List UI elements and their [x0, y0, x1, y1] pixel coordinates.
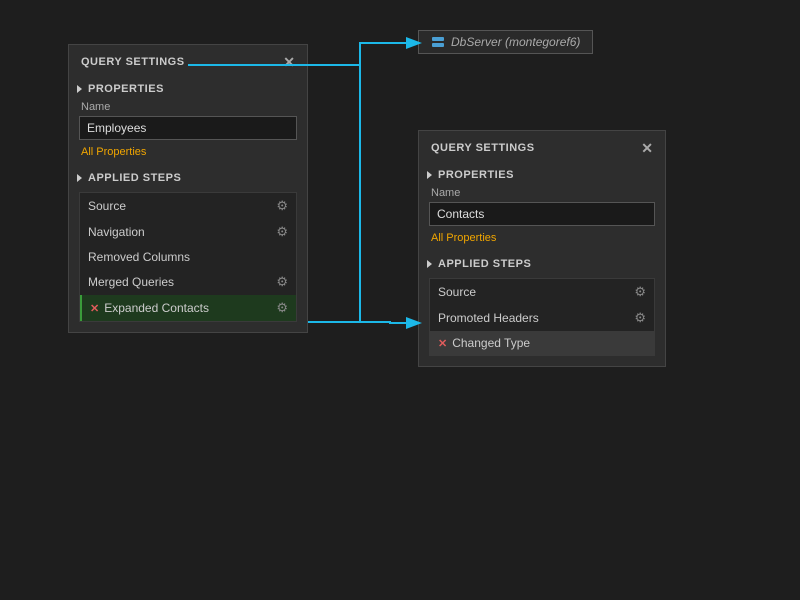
triangle-icon-2 [77, 174, 82, 182]
right-properties-header: PROPERTIES [419, 163, 665, 185]
left-step-navigation-gear[interactable]: ⚙ [276, 224, 288, 240]
left-step-removed-columns-label: Removed Columns [88, 250, 190, 264]
left-step-expanded-contacts-label: Expanded Contacts [104, 301, 209, 315]
left-step-removed-columns[interactable]: Removed Columns [80, 245, 296, 269]
right-step-promoted-headers[interactable]: Promoted Headers ⚙ [430, 305, 654, 331]
left-panel-title: QUERY SETTINGS [81, 56, 185, 68]
left-step-merged-queries-gear[interactable]: ⚙ [276, 274, 288, 290]
right-query-panel: QUERY SETTINGS ✕ PROPERTIES Name All Pro… [418, 130, 666, 367]
db-icon [431, 35, 445, 49]
left-step-source-gear[interactable]: ⚙ [276, 198, 288, 214]
right-panel-title: QUERY SETTINGS [431, 142, 535, 154]
right-step-promoted-headers-label: Promoted Headers [438, 311, 539, 325]
left-applied-steps-header: APPLIED STEPS [69, 166, 307, 188]
right-step-error-icon: ✕ [438, 337, 447, 350]
left-name-label: Name [69, 99, 307, 116]
left-all-properties-link[interactable]: All Properties [69, 146, 307, 166]
left-steps-container: Source ⚙ Navigation ⚙ Removed Columns Me… [79, 192, 297, 322]
right-step-source-label: Source [438, 285, 476, 299]
left-query-panel: QUERY SETTINGS ✕ PROPERTIES Name All Pro… [68, 44, 308, 333]
left-step-source-label: Source [88, 199, 126, 213]
right-step-promoted-headers-gear[interactable]: ⚙ [634, 310, 646, 326]
left-step-expanded-contacts-gear[interactable]: ⚙ [276, 300, 288, 316]
right-step-changed-type[interactable]: ✕ Changed Type [430, 331, 654, 355]
left-step-navigation[interactable]: Navigation ⚙ [80, 219, 296, 245]
right-applied-steps-header: APPLIED STEPS [419, 252, 665, 274]
db-server-tag: DbServer (montegoref6) [418, 30, 593, 54]
right-step-source[interactable]: Source ⚙ [430, 279, 654, 305]
left-properties-header: PROPERTIES [69, 77, 307, 99]
right-all-properties-link[interactable]: All Properties [419, 232, 665, 252]
left-step-navigation-label: Navigation [88, 225, 145, 239]
right-panel-header: QUERY SETTINGS ✕ [419, 131, 665, 163]
left-name-input[interactable] [79, 116, 297, 140]
left-panel-header: QUERY SETTINGS ✕ [69, 45, 307, 77]
left-close-button[interactable]: ✕ [283, 55, 295, 69]
left-step-merged-queries-label: Merged Queries [88, 275, 174, 289]
left-step-expanded-contacts[interactable]: ✕ Expanded Contacts ⚙ [80, 295, 296, 321]
right-close-button[interactable]: ✕ [641, 141, 653, 155]
db-server-label: DbServer (montegoref6) [451, 35, 580, 49]
right-name-input[interactable] [429, 202, 655, 226]
left-step-merged-queries[interactable]: Merged Queries ⚙ [80, 269, 296, 295]
right-step-changed-type-label: Changed Type [452, 336, 530, 350]
right-step-source-gear[interactable]: ⚙ [634, 284, 646, 300]
right-steps-container: Source ⚙ Promoted Headers ⚙ ✕ Changed Ty… [429, 278, 655, 356]
left-step-source[interactable]: Source ⚙ [80, 193, 296, 219]
right-name-label: Name [419, 185, 665, 202]
triangle-icon [77, 85, 82, 93]
left-step-error-icon: ✕ [90, 302, 99, 315]
triangle-icon-3 [427, 171, 432, 179]
triangle-icon-4 [427, 260, 432, 268]
